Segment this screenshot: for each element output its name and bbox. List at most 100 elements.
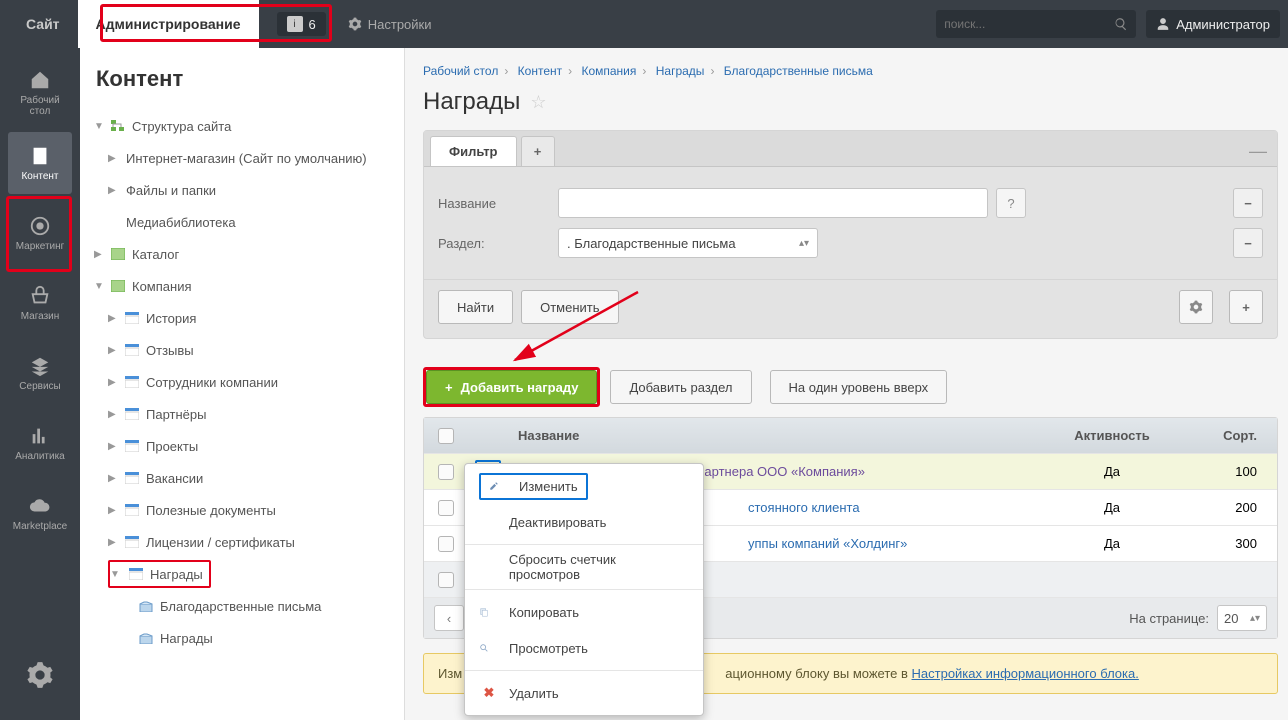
gear-icon: [26, 661, 54, 689]
tree-label: Интернет-магазин (Сайт по умолчанию): [126, 151, 367, 166]
collapse-filter[interactable]: —: [1249, 141, 1267, 162]
row-name[interactable]: уппы компаний «Холдинг»: [748, 536, 907, 551]
cog-button[interactable]: [1179, 290, 1213, 324]
row-active: Да: [1037, 490, 1187, 525]
remove-row-button[interactable]: −: [1233, 228, 1263, 258]
sidebar-title: Контент: [96, 66, 394, 92]
tree-media[interactable]: Медиабиблиотека: [90, 206, 394, 238]
add-filter-tab[interactable]: +: [521, 136, 555, 166]
rail-label: Магазин: [21, 311, 60, 322]
ctx-label: Деактивировать: [509, 515, 606, 530]
tree-label: Партнёры: [146, 407, 206, 422]
tree-history[interactable]: ▶История: [90, 302, 394, 334]
header-checkbox[interactable]: [438, 428, 454, 444]
row-name[interactable]: стоянного клиента: [748, 500, 860, 515]
row-active: Да: [1037, 526, 1187, 561]
ctx-deactivate[interactable]: Деактивировать: [465, 504, 703, 540]
star-icon[interactable]: ☆: [530, 92, 546, 113]
layers-icon: [27, 355, 53, 377]
rail-marketplace[interactable]: Marketplace: [8, 482, 72, 544]
tree-label: Структура сайта: [132, 119, 231, 134]
context-menu: Изменить Деактивировать Сбросить счетчик…: [464, 463, 704, 716]
tree-reviews[interactable]: ▶Отзывы: [90, 334, 394, 366]
ctx-reset[interactable]: Сбросить счетчик просмотров: [465, 549, 703, 585]
rail-desktop[interactable]: Рабочий стол: [8, 62, 72, 124]
title-text: Награды: [423, 88, 520, 116]
ctx-edit[interactable]: Изменить: [465, 468, 703, 504]
rail-shop[interactable]: Магазин: [8, 272, 72, 334]
tree-docs[interactable]: ▶Полезные документы: [90, 494, 394, 526]
rail-analytics[interactable]: Аналитика: [8, 412, 72, 474]
filter-section-label: Раздел:: [438, 236, 558, 251]
ctx-delete[interactable]: ✖Удалить: [465, 675, 703, 711]
delete-icon: ✖: [479, 685, 499, 701]
crumb[interactable]: Контент: [518, 64, 562, 78]
col-name[interactable]: Название: [508, 418, 1037, 453]
prev-page[interactable]: ‹: [434, 605, 464, 631]
footer-checkbox[interactable]: [438, 572, 454, 588]
tree-partners[interactable]: ▶Партнёры: [90, 398, 394, 430]
tree-letters[interactable]: Благодарственные письма: [90, 590, 394, 622]
tree-projects[interactable]: ▶Проекты: [90, 430, 394, 462]
tab-site[interactable]: Сайт: [8, 0, 78, 48]
info-middle: ационному блоку вы можете в: [725, 666, 911, 681]
user-menu[interactable]: Администратор: [1146, 10, 1280, 38]
row-checkbox[interactable]: [438, 464, 454, 480]
row-checkbox[interactable]: [438, 500, 454, 516]
tree-vacancies[interactable]: ▶Вакансии: [90, 462, 394, 494]
tab-label: Сайт: [26, 16, 60, 32]
tree-awards[interactable]: ▼Награды: [90, 558, 394, 590]
settings-link[interactable]: Настройки: [348, 17, 432, 32]
plus-icon: +: [445, 380, 453, 395]
filter-section-select[interactable]: . Благодарственные письма ▴▾: [558, 228, 818, 258]
tree-label: Медиабиблиотека: [126, 215, 236, 230]
highlight-content: [6, 196, 72, 272]
info-link[interactable]: Настройках информационного блока.: [912, 666, 1139, 681]
ctx-label: Сбросить счетчик просмотров: [509, 552, 689, 582]
tree-company[interactable]: ▼Компания: [90, 270, 394, 302]
ctx-view[interactable]: Просмотреть: [465, 630, 703, 666]
tree-shop[interactable]: ▶Интернет-магазин (Сайт по умолчанию): [90, 142, 394, 174]
crumb[interactable]: Компания: [581, 64, 636, 78]
tree-label: Благодарственные письма: [160, 599, 321, 614]
tree-files[interactable]: ▶Файлы и папки: [90, 174, 394, 206]
add-section-button[interactable]: Добавить раздел: [610, 370, 751, 404]
tree-catalog[interactable]: ▶Каталог: [90, 238, 394, 270]
tree-label: Проекты: [146, 439, 198, 454]
per-page-label: На странице:: [1129, 611, 1209, 626]
filter-tab[interactable]: Фильтр: [430, 136, 517, 166]
tree-awards2[interactable]: Награды: [90, 622, 394, 654]
rail-content[interactable]: Контент: [8, 132, 72, 194]
col-active[interactable]: Активность: [1037, 418, 1187, 453]
remove-row-button[interactable]: −: [1233, 188, 1263, 218]
find-button[interactable]: Найти: [438, 290, 513, 324]
tree-struct[interactable]: ▼Структура сайта: [90, 110, 394, 142]
btn-label: На один уровень вверх: [789, 380, 929, 395]
crumb[interactable]: Рабочий стол: [423, 64, 498, 78]
search-input[interactable]: [944, 17, 1114, 31]
tree-staff[interactable]: ▶Сотрудники компании: [90, 366, 394, 398]
cloud-icon: [27, 495, 53, 517]
rail-settings[interactable]: [8, 646, 72, 708]
add-row-button[interactable]: +: [1229, 290, 1263, 324]
btn-label: Отменить: [540, 300, 599, 315]
tree-label: Каталог: [132, 247, 179, 262]
search-box[interactable]: [936, 10, 1136, 38]
rail-label: Marketplace: [13, 521, 67, 532]
highlight-admin: [100, 4, 332, 42]
col-sort[interactable]: Сорт.: [1187, 418, 1277, 453]
help-icon[interactable]: ?: [996, 188, 1026, 218]
filter-name-input[interactable]: [558, 188, 988, 218]
rail-services[interactable]: Сервисы: [8, 342, 72, 404]
crumb[interactable]: Благодарственные письма: [724, 64, 873, 78]
add-award-button[interactable]: +Добавить награду: [426, 370, 597, 404]
user-icon: [1156, 17, 1170, 31]
tree-licenses[interactable]: ▶Лицензии / сертификаты: [90, 526, 394, 558]
row-checkbox[interactable]: [438, 536, 454, 552]
ctx-copy[interactable]: Копировать: [465, 594, 703, 630]
btn-label: Добавить раздел: [629, 380, 732, 395]
up-level-button[interactable]: На один уровень вверх: [770, 370, 948, 404]
crumb[interactable]: Награды: [656, 64, 705, 78]
per-page-select[interactable]: 20 ▴▾: [1217, 605, 1267, 631]
cancel-button[interactable]: Отменить: [521, 290, 618, 324]
